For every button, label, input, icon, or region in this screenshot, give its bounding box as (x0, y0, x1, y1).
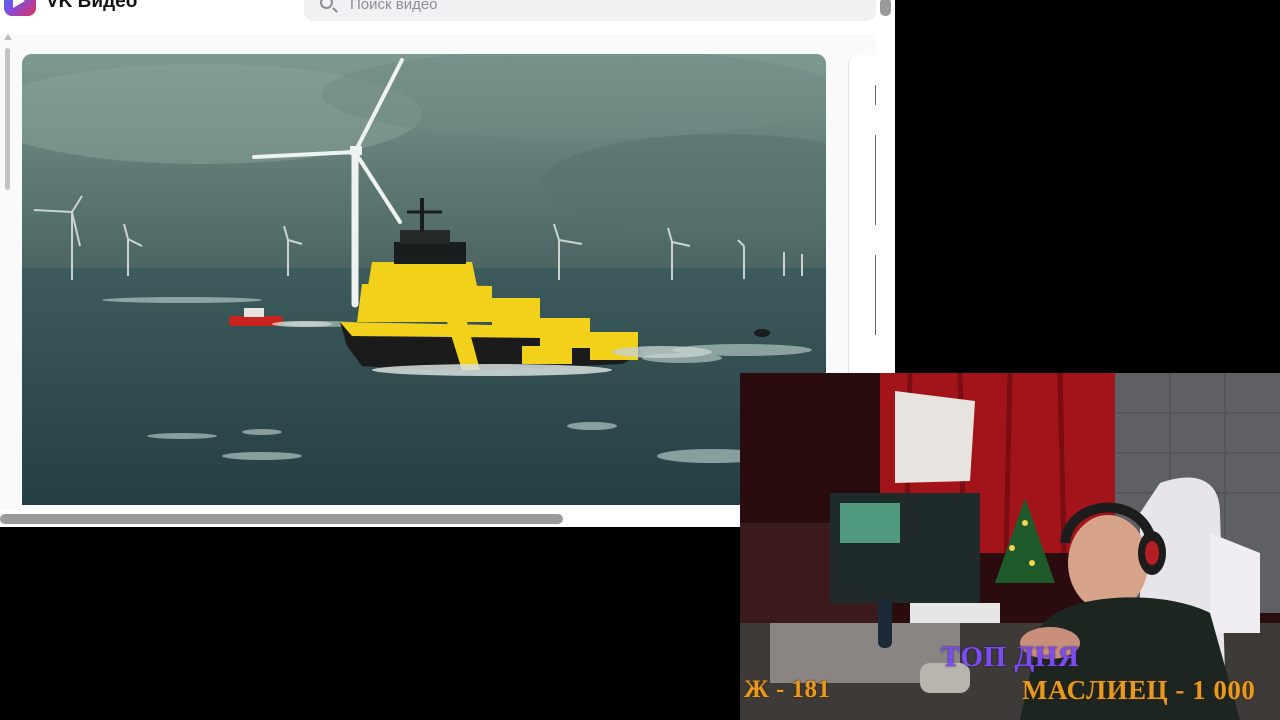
page-horizontal-scrollbar-thumb[interactable] (0, 514, 563, 524)
leaderboard-entry: МАСЛИЕЦ - 1 000 (1022, 675, 1256, 705)
top-of-day-label: ТОП ДНЯ (941, 641, 1080, 673)
search-input[interactable] (350, 0, 850, 21)
screen: VK Видео Поиск видео ТОП ДНЯ Ж - 181 МАС… (0, 0, 1280, 720)
leaderboard-entry: Ж - 181 (744, 676, 831, 703)
card-preview-strip (875, 85, 876, 105)
page-vertical-scrollbar-thumb[interactable] (880, 0, 891, 16)
feed-scrollbar[interactable] (3, 34, 12, 504)
vk-header: VK Видео (0, 0, 895, 22)
video-thumbnail-scene (22, 54, 826, 505)
card-preview-strip (875, 255, 876, 335)
scroll-up-arrow-icon[interactable] (4, 34, 12, 40)
video-thumbnail[interactable] (22, 54, 826, 505)
search-icon (320, 0, 333, 9)
vk-video-logo-icon[interactable] (4, 0, 36, 16)
app-title[interactable]: VK Видео (46, 0, 137, 13)
card-preview-strip (875, 135, 876, 225)
search-box[interactable] (304, 0, 876, 21)
feed-scrollbar-thumb[interactable] (5, 48, 10, 190)
